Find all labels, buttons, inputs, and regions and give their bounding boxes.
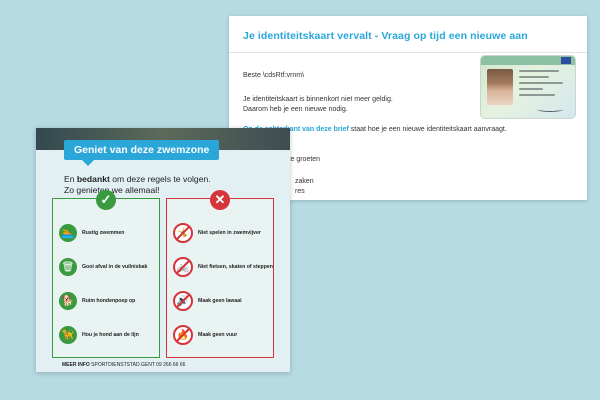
id-card-text-line [519, 88, 543, 90]
poster-footer: MEER INFO SPORTDIENSTSTAD.GENT 09 266 66… [62, 362, 186, 368]
poster-header: Geniet van deze zwemzone [64, 140, 220, 166]
poster-intro: En bedankt om deze regels te volgen. Zo … [64, 174, 211, 195]
rule-item: 🚲 Niet fietsen, skaten of steppen [173, 257, 273, 277]
dog-leash-icon: 🦮 [59, 326, 77, 344]
letter-title: Je identiteitskaart vervalt - Vraag op t… [243, 30, 528, 42]
letter-greeting: Beste \cdsRtf:vrnm\ [243, 72, 305, 79]
no-cycling-icon: 🚲 [173, 257, 193, 277]
trash-bin-icon: 🗑 [59, 258, 77, 276]
id-card-text-line [519, 82, 563, 84]
letter-line-1: Je identiteitskaart is binnenkort niet m… [243, 96, 393, 103]
letter-signature-1: zaken [295, 178, 314, 185]
allowed-rules-panel: ✓ 🏊 Rustig zwemmen 🗑 Gooi afval in de vu… [52, 190, 160, 358]
no-playing-icon: 🤸 [173, 223, 193, 243]
rule-item: 🐕 Ruim hondenpoep op [59, 291, 135, 311]
rule-item: 🦮 Hou je hond aan de lijn [59, 325, 139, 345]
rule-item: 🏊 Rustig zwemmen [59, 223, 124, 243]
rule-item: 🗑 Gooi afval in de vuilnisbak [59, 257, 147, 277]
id-card-text-line [519, 94, 555, 96]
forbidden-rules-panel: ✕ 🤸 Niet spelen in zwemvijver 🚲 Niet fie… [166, 190, 274, 358]
no-fire-icon: 🔥 [173, 325, 193, 345]
id-card-photo [487, 69, 513, 105]
id-card-text-line [519, 76, 549, 78]
swim-zone-poster: Geniet van deze zwemzone En bedankt om d… [36, 128, 290, 372]
no-noise-icon: 🔊 [173, 291, 193, 311]
dog-waste-icon: 🐕 [59, 292, 77, 310]
rule-item: 🔊 Maak geen lawaai [173, 291, 242, 311]
id-card-text-line [519, 70, 559, 72]
letter-line-2: Daarom heb je een nieuwe nodig. [243, 106, 348, 113]
id-card-signature [537, 107, 563, 112]
swimmer-icon: 🏊 [59, 224, 77, 242]
checkmark-icon: ✓ [96, 190, 116, 210]
letter-signature-2: res [295, 188, 305, 195]
letter-divider [229, 52, 587, 53]
letter-line-3-text: staat hoe je een nieuwe identiteitskaart… [348, 126, 507, 133]
rule-item: 🔥 Maak geen vuur [173, 325, 237, 345]
rule-item: 🤸 Niet spelen in zwemvijver [173, 223, 261, 243]
cross-icon: ✕ [210, 190, 230, 210]
letter-closing: ke groeten [287, 156, 321, 163]
eu-flag-icon [561, 57, 571, 64]
id-card-image [481, 56, 575, 118]
